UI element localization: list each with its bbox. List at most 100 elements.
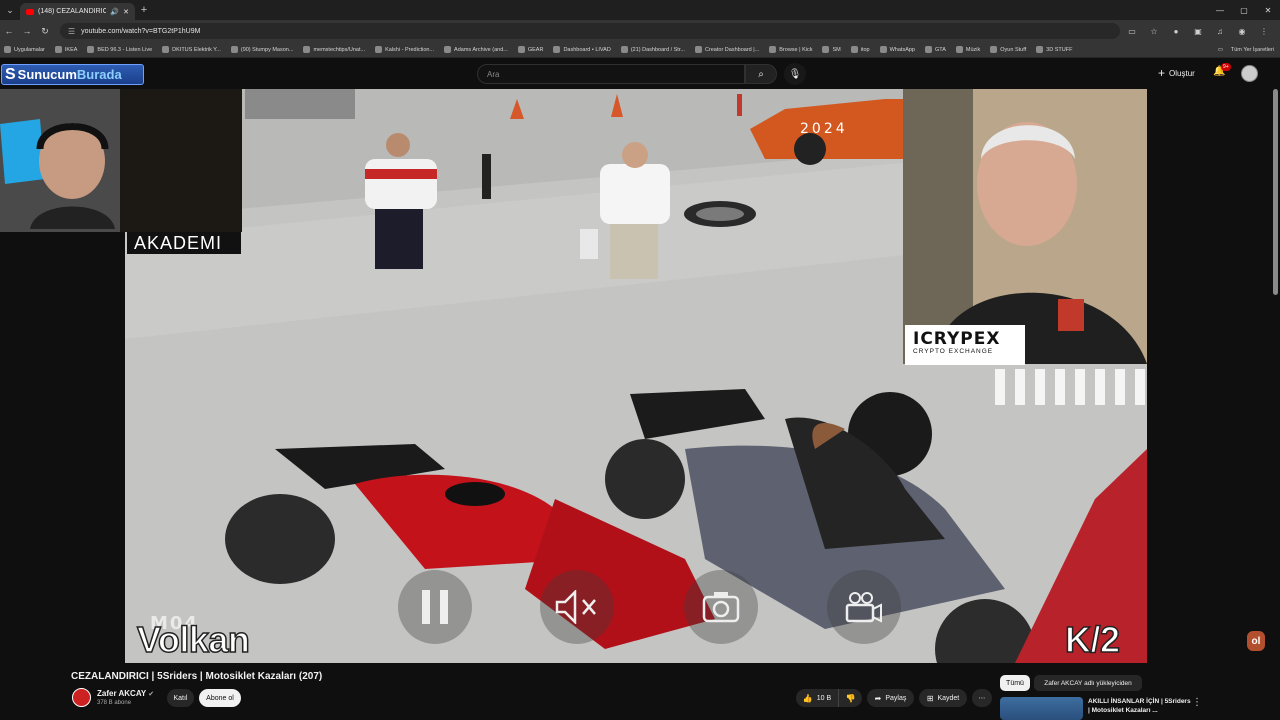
bookmark-favicon-icon — [54, 46, 62, 53]
bookmark-label: (90) Stumpy Mason... — [240, 46, 294, 53]
bookmark-favicon-icon — [303, 46, 311, 53]
bookmark-label: DKITUS Elektrik Y... — [172, 46, 221, 53]
back-icon[interactable]: ← — [0, 22, 18, 40]
join-button[interactable]: Katıl — [167, 689, 194, 707]
chip-all[interactable]: Tümü — [1000, 675, 1030, 691]
bookmark-favicon-icon — [924, 46, 932, 53]
bookmark-star-icon[interactable]: ☆ — [1146, 23, 1162, 39]
bookmark-item[interactable]: Uygulamalar — [4, 46, 45, 53]
more-actions-button[interactable]: ⋯ — [972, 689, 992, 707]
streamer-webcam — [0, 89, 242, 232]
bookmark-label: (21) Dashboard / Str... — [630, 46, 685, 53]
site-info-icon[interactable]: ☰ — [68, 27, 75, 36]
profile-icon[interactable]: ◉ — [1234, 23, 1250, 39]
subscribe-button[interactable]: Abone ol — [199, 689, 241, 707]
pause-button[interactable] — [398, 570, 472, 644]
bookmark-favicon-icon — [694, 46, 702, 53]
bookmark-item[interactable]: SM — [822, 46, 841, 53]
bookmark-item[interactable]: WhatsApp — [879, 46, 915, 53]
rec-thumbnail[interactable] — [1000, 697, 1083, 720]
save-button[interactable]: ⊞ Kaydet — [919, 689, 967, 707]
rec-menu-icon[interactable]: ⋮ — [1192, 697, 1202, 708]
cast-icon[interactable]: ▭ — [1124, 23, 1140, 39]
bookmark-item[interactable]: BED 96.3 - Listen Live — [87, 46, 152, 53]
puzzle-icon[interactable]: ▣ — [1190, 23, 1206, 39]
bookmark-label: IKEA — [64, 46, 78, 53]
bookmark-item[interactable]: Browse | Kick — [769, 46, 812, 53]
brand-logo-s: S — [5, 65, 16, 83]
screenshot-button[interactable] — [684, 570, 758, 644]
all-bookmarks-link[interactable]: ▭ Tüm Yer İşaretleri — [1211, 46, 1274, 53]
bookmark-item[interactable]: Kalshi - Prediction... — [375, 46, 434, 53]
search-button[interactable]: ⌕ — [745, 64, 777, 84]
bookmark-label: Oyun Stuff — [1000, 46, 1027, 53]
chip-uploads[interactable]: Zafer AKCAY adlı yükleyiciden — [1034, 675, 1142, 691]
rec-title[interactable]: AKILLI İNSANLAR İÇİN | 5Sriders | Motosi… — [1088, 697, 1193, 715]
search-icon: ⌕ — [758, 68, 764, 80]
browser-tab-active[interactable]: (148) CEZALANDIRICI | 5Sriders 🔊 ✕ — [20, 3, 135, 20]
mute-button[interactable] — [540, 570, 614, 644]
address-bar[interactable]: ☰ youtube.com/watch?v=BTG2tP1hU9M — [60, 23, 1120, 39]
bookmark-label: GEAR — [527, 46, 544, 53]
thumbs-down-icon: 👎 — [845, 693, 856, 703]
bookmark-item[interactable]: Müzik — [955, 46, 980, 53]
right-name-overlay: K/2 — [1064, 618, 1121, 661]
menu-dots-icon[interactable]: ⋮ — [1256, 23, 1272, 39]
bookmark-item[interactable]: GTA — [924, 46, 946, 53]
brand-logo: S Sunucum Burada — [1, 64, 144, 85]
maximize-icon[interactable]: ▢ — [1232, 0, 1256, 20]
bookmark-item[interactable]: 3D STUFF — [1036, 46, 1072, 53]
page-scrollbar[interactable] — [1273, 89, 1278, 295]
bookmark-item[interactable]: memstechtips/Unat... — [303, 46, 365, 53]
bookmark-item[interactable]: itop — [850, 46, 870, 53]
create-label: Oluştur — [1169, 68, 1195, 78]
reload-icon[interactable]: ↻ — [36, 22, 54, 40]
thumbs-up-icon: 👍 — [802, 693, 813, 703]
search-input[interactable]: Ara — [477, 64, 745, 84]
bookmark-favicon-icon — [517, 46, 525, 53]
like-button[interactable]: 👍 10 B — [796, 689, 838, 707]
camera-icon — [702, 592, 740, 623]
webcam-frame — [0, 89, 242, 232]
minimize-icon[interactable]: — — [1208, 0, 1232, 20]
account-avatar[interactable] — [1241, 65, 1258, 82]
tab-close-icon[interactable]: ✕ — [123, 8, 129, 16]
bookmark-label: Browse | Kick — [779, 46, 813, 53]
share-button[interactable]: ➦ Paylaş — [867, 689, 914, 707]
bookmark-favicon-icon — [769, 46, 777, 53]
tab-search-icon[interactable]: ⌄ — [0, 0, 20, 20]
channel-name[interactable]: Zafer AKCAY ✔ — [97, 689, 154, 698]
bookmark-item[interactable]: IKEA — [54, 46, 78, 53]
create-button[interactable]: + Oluştur — [1158, 66, 1195, 80]
icrypex-subtitle: CRYPTO EXCHANGE — [913, 348, 994, 355]
bookmark-label: itop — [860, 46, 870, 53]
bookmark-favicon-icon — [990, 46, 998, 53]
bookmark-favicon-icon — [375, 46, 383, 53]
toolbar-actions: ▭ ☆ ● ▣ ♫ ◉ ⋮ — [1124, 23, 1272, 39]
subscribe-label: Abone ol — [206, 694, 234, 702]
new-tab-button[interactable]: + — [135, 1, 153, 19]
bookmark-item[interactable]: GEAR — [517, 46, 544, 53]
bookmark-item[interactable]: Creator Dashboard |... — [694, 46, 760, 53]
media-icon[interactable]: ♫ — [1212, 23, 1228, 39]
bookmark-item[interactable]: (21) Dashboard / Str... — [620, 46, 685, 53]
forward-icon[interactable]: → — [18, 22, 36, 40]
bookmark-label: Creator Dashboard |... — [704, 46, 760, 53]
voice-search-button[interactable]: 🎙 — [784, 63, 806, 85]
chip-uploads-label: Zafer AKCAY adlı yükleyiciden — [1044, 679, 1132, 687]
bookmark-item[interactable]: DKITUS Elektrik Y... — [162, 46, 221, 53]
close-window-icon[interactable]: ✕ — [1256, 0, 1280, 20]
akademi-label: AKADEMI — [127, 232, 241, 254]
bookmark-item[interactable]: Oyun Stuff — [990, 46, 1026, 53]
bookmark-item[interactable]: (90) Stumpy Mason... — [230, 46, 294, 53]
bookmark-item[interactable]: Dashboard • LIVAD — [553, 46, 611, 53]
dislike-button[interactable]: 👎 — [838, 689, 862, 707]
channel-avatar[interactable] — [72, 688, 91, 707]
brand-logo-burada: Burada — [76, 67, 122, 82]
bookmark-item[interactable]: Adams Archive (and... — [444, 46, 508, 53]
audio-icon[interactable]: 🔊 — [110, 8, 119, 16]
brand-logo-sunucum: Sunucum — [17, 67, 77, 82]
extension-icon[interactable]: ● — [1168, 23, 1184, 39]
bookmark-favicon-icon — [850, 46, 858, 53]
record-button[interactable] — [827, 570, 901, 644]
